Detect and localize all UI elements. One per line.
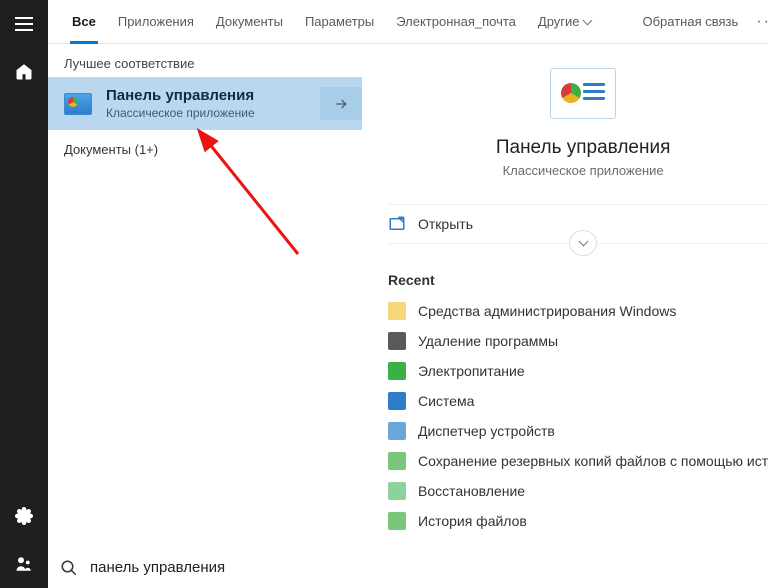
recent-item[interactable]: Диспетчер устройств xyxy=(388,416,768,446)
power-icon xyxy=(388,362,406,380)
preview-title: Панель управления xyxy=(388,137,768,159)
search-icon xyxy=(60,559,78,577)
recovery-icon xyxy=(388,482,406,500)
preview-app-icon xyxy=(550,68,616,119)
tab-email[interactable]: Электронная_почта xyxy=(386,0,526,44)
settings-gear-icon[interactable] xyxy=(0,492,48,540)
best-match-title: Панель управления xyxy=(106,87,320,104)
main-area: Все Приложения Документы Параметры Элект… xyxy=(48,0,768,588)
recent-heading: Recent xyxy=(388,272,768,288)
recent-item[interactable]: Восстановление xyxy=(388,476,768,506)
file-history-icon xyxy=(388,512,406,530)
tab-bar: Все Приложения Документы Параметры Элект… xyxy=(48,0,768,44)
recent-list: Средства администрирования Windows Удале… xyxy=(388,296,768,536)
expand-chevron-icon[interactable] xyxy=(569,230,597,256)
control-panel-icon xyxy=(64,93,92,115)
search-input[interactable]: панель управления xyxy=(90,559,768,576)
tab-apps[interactable]: Приложения xyxy=(108,0,204,44)
best-match-subtitle: Классическое приложение xyxy=(106,106,320,120)
uninstall-icon xyxy=(388,332,406,350)
documents-group[interactable]: Документы (1+) xyxy=(48,130,362,169)
hamburger-icon[interactable] xyxy=(0,0,48,48)
device-manager-icon xyxy=(388,422,406,440)
user-profile-icon[interactable] xyxy=(0,540,48,588)
overflow-menu-icon[interactable]: ··· xyxy=(748,13,768,31)
recent-item[interactable]: Сохранение резервных копий файлов с помо… xyxy=(388,446,768,476)
preview-pane: Панель управления Классическое приложени… xyxy=(362,44,768,546)
recent-item[interactable]: Система xyxy=(388,386,768,416)
open-label: Открыть xyxy=(418,216,473,232)
backup-icon xyxy=(388,452,406,470)
folder-icon xyxy=(388,302,406,320)
home-icon[interactable] xyxy=(0,48,48,96)
preview-subtitle: Классическое приложение xyxy=(388,163,768,178)
search-bar: панель управления xyxy=(48,546,768,588)
tab-all[interactable]: Все xyxy=(62,0,106,44)
arrow-right-icon[interactable] xyxy=(320,87,362,120)
recent-item[interactable]: Средства администрирования Windows xyxy=(388,296,768,326)
system-icon xyxy=(388,392,406,410)
tab-documents[interactable]: Документы xyxy=(206,0,293,44)
recent-item[interactable]: Электропитание xyxy=(388,356,768,386)
tab-settings[interactable]: Параметры xyxy=(295,0,384,44)
left-rail xyxy=(0,0,48,588)
best-match-item[interactable]: Панель управления Классическое приложени… xyxy=(48,77,362,130)
tab-more[interactable]: Другие xyxy=(528,0,601,44)
feedback-link[interactable]: Обратная связь xyxy=(634,14,746,29)
chevron-down-icon xyxy=(584,14,591,29)
best-match-label: Лучшее соответствие xyxy=(48,44,362,77)
results-column: Лучшее соответствие Панель управления Кл… xyxy=(48,44,362,546)
recent-item[interactable]: Удаление программы xyxy=(388,326,768,356)
recent-item[interactable]: История файлов xyxy=(388,506,768,536)
